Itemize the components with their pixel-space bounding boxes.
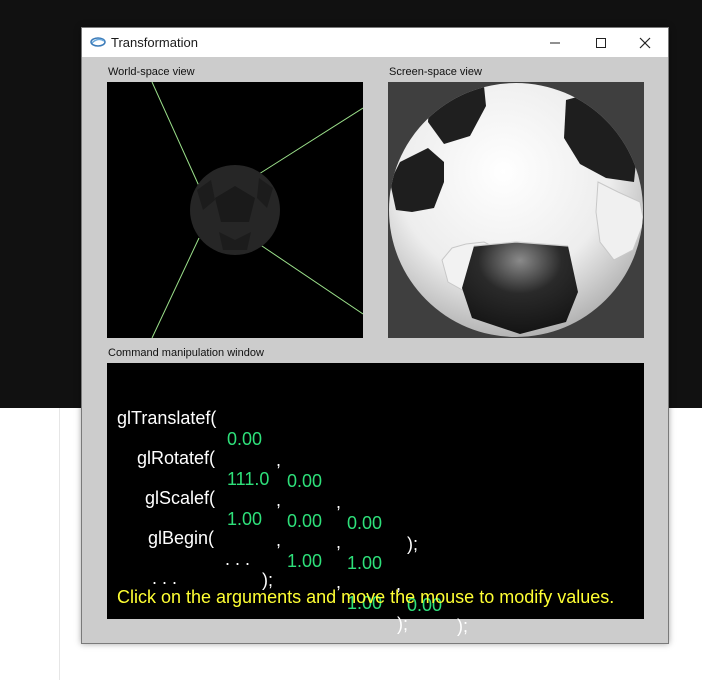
- translate-comma-1: ,: [276, 450, 282, 470]
- transformation-window: Transformation World-space view Screen-s…: [81, 27, 669, 644]
- rotate-function-name: glRotatef(: [137, 448, 216, 468]
- rotate-comma-2: ,: [336, 532, 342, 552]
- maximize-icon: [596, 37, 606, 48]
- world-scene: [151, 82, 363, 338]
- desktop-divider: [59, 408, 60, 680]
- world-view-label: World-space view: [108, 66, 195, 78]
- frustum-line-top-left: [151, 82, 200, 187]
- frustum-line-bottom-right: [258, 243, 363, 315]
- ellipsis-text: . . .: [152, 568, 178, 588]
- scale-comma-1: ,: [276, 530, 282, 550]
- scale-arg-x[interactable]: 1.00: [227, 509, 262, 530]
- close-icon: [639, 37, 651, 48]
- translate-arg-x[interactable]: 0.00: [227, 429, 262, 450]
- minimize-button[interactable]: [532, 28, 578, 57]
- screen-view-label: Screen-space view: [389, 66, 482, 78]
- translate-end: );: [407, 534, 418, 554]
- command-window-label: Command manipulation window: [108, 347, 264, 359]
- rotate-comma-1: ,: [276, 490, 282, 510]
- window-title: Transformation: [111, 35, 198, 50]
- screen-soccer-ball: [389, 83, 643, 337]
- scale-end: );: [397, 614, 408, 634]
- translate-arg-y[interactable]: 0.00: [287, 471, 322, 492]
- opengl-app-icon: [90, 37, 106, 47]
- command-manipulation-window: glTranslatef( 0.00 , 0.00 , 0.00 ); glRo…: [107, 363, 644, 636]
- scale-arg-y[interactable]: 1.00: [287, 551, 322, 572]
- rotate-end: );: [457, 616, 468, 636]
- maximize-button[interactable]: [578, 28, 624, 57]
- frustum-line-bottom-left: [151, 237, 200, 338]
- world-space-view[interactable]: [107, 82, 363, 338]
- translate-arg-z[interactable]: 0.00: [347, 513, 382, 534]
- screen-scene: [389, 83, 643, 337]
- translate-comma-2: ,: [336, 492, 342, 512]
- title-bar[interactable]: Transformation: [82, 28, 668, 57]
- begin-function-name: glBegin(: [148, 528, 215, 548]
- close-button[interactable]: [622, 28, 668, 57]
- scale-function-name: glScalef(: [145, 488, 216, 508]
- frustum-line-top-right: [258, 107, 363, 175]
- rotate-arg-x[interactable]: 0.00: [287, 511, 322, 532]
- rotate-arg-y[interactable]: 1.00: [347, 553, 382, 574]
- begin-body: . . .: [225, 549, 251, 569]
- rotate-arg-angle[interactable]: 111.0: [227, 469, 269, 490]
- world-soccer-ball: [190, 165, 280, 255]
- minimize-icon: [550, 42, 560, 43]
- translate-function-name: glTranslatef(: [117, 408, 217, 428]
- screen-space-view[interactable]: [388, 82, 644, 338]
- instruction-hint: Click on the arguments and move the mous…: [117, 587, 615, 607]
